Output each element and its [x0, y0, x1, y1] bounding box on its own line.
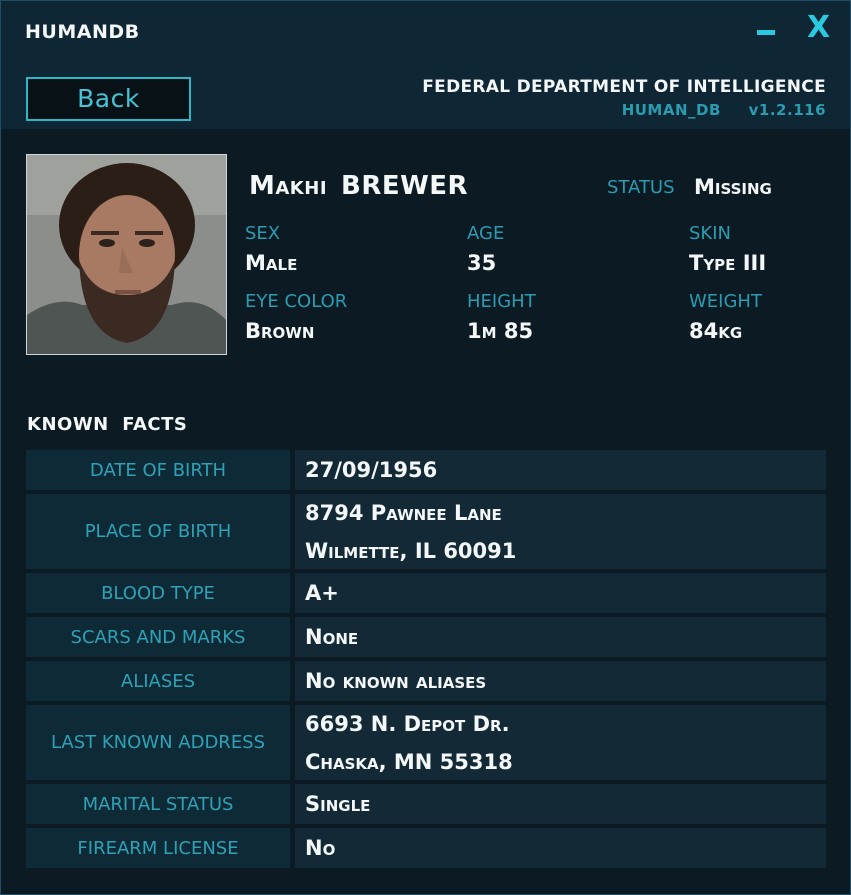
- fact-label: LAST KNOWN ADDRESS: [26, 705, 290, 780]
- height-value: 1m 85: [467, 319, 534, 343]
- fact-row-scars-and-marks: SCARS AND MARKS None: [26, 617, 826, 657]
- fact-row-place-of-birth: PLACE OF BIRTH 8794 Pawnee Lane Wilmette,…: [26, 494, 826, 569]
- fact-row-firearm-license: FIREARM LICENSE No: [26, 828, 826, 868]
- agency-name: FEDERAL DEPARTMENT OF INTELLIGENCE: [422, 77, 826, 97]
- first-name: Makhi: [249, 171, 328, 201]
- fact-row-aliases: ALIASES No known aliases: [26, 661, 826, 701]
- fact-label: MARITAL STATUS: [26, 784, 290, 824]
- sex-value: Male: [245, 251, 298, 275]
- fact-line: Wilmette, IL 60091: [305, 538, 517, 563]
- fact-label: SCARS AND MARKS: [26, 617, 290, 657]
- fact-line: A+: [305, 581, 339, 605]
- status-label: STATUS: [607, 177, 675, 198]
- fact-label: ALIASES: [26, 661, 290, 701]
- fact-line: Chaska, MN 55318: [305, 749, 513, 774]
- height-label: HEIGHT: [467, 291, 536, 312]
- skin-label: SKIN: [689, 223, 732, 244]
- fact-value: No known aliases: [295, 661, 826, 701]
- db-name: HUMAN_DB: [621, 101, 721, 119]
- eye-color-label: EYE COLOR: [245, 291, 348, 312]
- fact-value: A+: [295, 573, 826, 613]
- eye-color-value: Brown: [245, 319, 315, 343]
- suspect-photo: [26, 154, 227, 355]
- age-label: AGE: [467, 223, 505, 244]
- close-icon[interactable]: X: [807, 11, 830, 45]
- db-version: v1.2.116: [748, 101, 826, 119]
- fact-value: 27/09/1956: [295, 450, 826, 490]
- fact-line: No: [305, 836, 336, 860]
- fact-value: None: [295, 617, 826, 657]
- fact-value: Single: [295, 784, 826, 824]
- fact-label: PLACE OF BIRTH: [26, 494, 290, 569]
- last-name: BREWER: [341, 171, 469, 201]
- facts-table: DATE OF BIRTH 27/09/1956 PLACE OF BIRTH …: [26, 450, 826, 872]
- weight-value: 84kg: [689, 319, 743, 343]
- fact-row-last-known-address: LAST KNOWN ADDRESS 6693 N. Depot Dr. Chas…: [26, 705, 826, 780]
- minimize-icon[interactable]: [757, 30, 775, 35]
- sex-label: SEX: [245, 223, 281, 244]
- portrait-image: [27, 155, 226, 354]
- app-title: HUMANDB: [25, 21, 140, 43]
- fact-line: No known aliases: [305, 669, 487, 693]
- fact-line: Single: [305, 792, 371, 816]
- fact-line: 6693 N. Depot Dr.: [305, 711, 510, 736]
- fact-value: No: [295, 828, 826, 868]
- db-version-line: HUMAN_DB v1.2.116: [622, 101, 826, 119]
- back-button[interactable]: Back: [26, 77, 191, 121]
- fact-line: 8794 Pawnee Lane: [305, 500, 502, 525]
- skin-value: Type III: [689, 251, 767, 275]
- fact-line: None: [305, 625, 359, 649]
- humandb-window: HUMANDB X Back FEDERAL DEPARTMENT OF INT…: [0, 0, 851, 895]
- known-facts-title: KNOWN FACTS: [27, 414, 188, 435]
- fact-label: DATE OF BIRTH: [26, 450, 290, 490]
- age-value: 35: [467, 251, 497, 275]
- fact-row-marital-status: MARITAL STATUS Single: [26, 784, 826, 824]
- fact-label: BLOOD TYPE: [26, 573, 290, 613]
- weight-label: WEIGHT: [689, 291, 762, 312]
- fact-value: 8794 Pawnee Lane Wilmette, IL 60091: [295, 494, 826, 569]
- fact-label: FIREARM LICENSE: [26, 828, 290, 868]
- fact-line: 27/09/1956: [305, 458, 438, 482]
- fact-row-blood-type: BLOOD TYPE A+: [26, 573, 826, 613]
- status-value: Missing: [694, 175, 772, 199]
- person-name: Makhi BREWER: [249, 171, 468, 201]
- fact-row-date-of-birth: DATE OF BIRTH 27/09/1956: [26, 450, 826, 490]
- fact-value: 6693 N. Depot Dr. Chaska, MN 55318: [295, 705, 826, 780]
